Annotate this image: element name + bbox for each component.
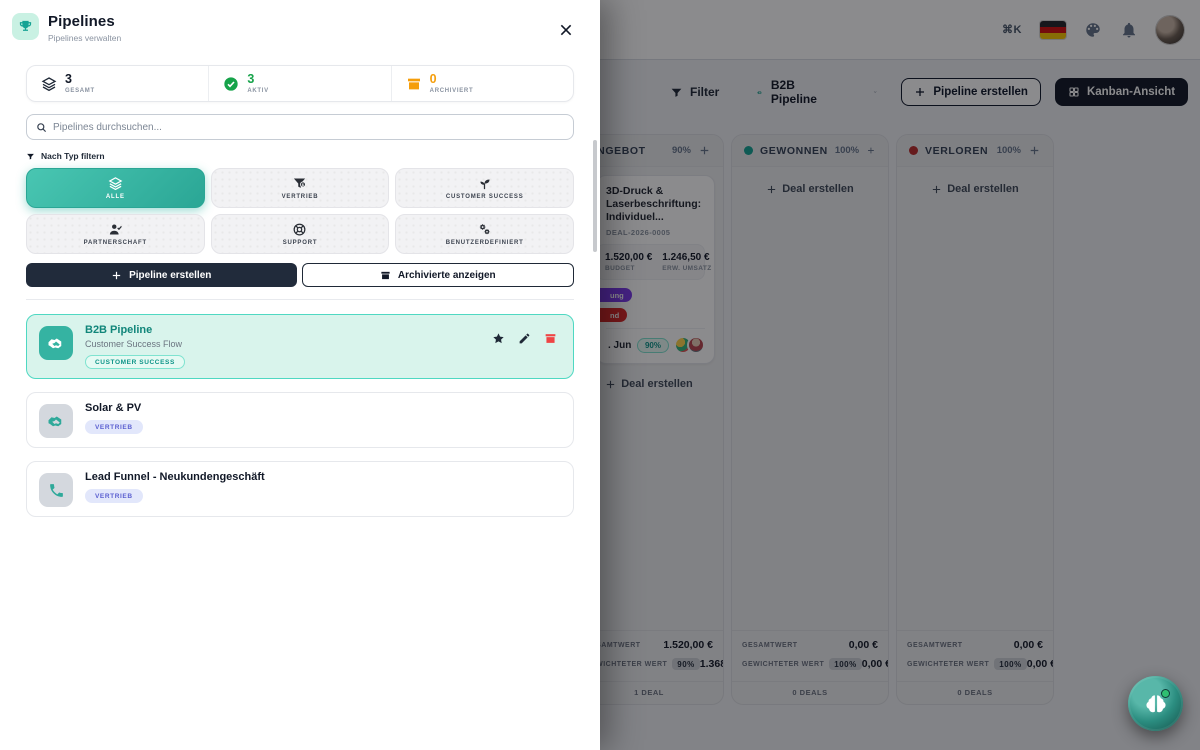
- type-filter-label: CUSTOMER SUCCESS: [446, 194, 524, 200]
- stat-archived-value: 0: [430, 73, 474, 86]
- ai-status-dot: [1161, 689, 1170, 698]
- archive-icon: [380, 270, 391, 281]
- pipeline-name: B2B Pipeline: [85, 324, 185, 336]
- pipeline-item-lead-funnel[interactable]: Lead Funnel - Neukundengeschäft VERTRIEB: [26, 461, 574, 517]
- pipeline-name: Lead Funnel - Neukundengeschäft: [85, 471, 265, 483]
- search-input[interactable]: [53, 122, 564, 133]
- gears-icon: [477, 222, 492, 237]
- funnel-icon: [26, 152, 35, 161]
- pipeline-name: Solar & PV: [85, 402, 143, 414]
- type-filter-label: SUPPORT: [283, 240, 318, 246]
- ai-assistant-button[interactable]: [1128, 676, 1183, 731]
- star-icon[interactable]: [492, 332, 505, 345]
- type-filter-benutzerdefiniert[interactable]: BENUTZERDEFINIERT: [395, 214, 574, 254]
- stat-total: 3 GESAMT: [27, 66, 208, 101]
- pipelines-modal: Pipelines Pipelines verwalten 3 GESAMT 3 A…: [0, 0, 600, 750]
- pipeline-stats: 3 GESAMT 3 AKTIV 0 ARCHIVIERT: [26, 65, 574, 102]
- archive-delete-icon[interactable]: [544, 332, 557, 345]
- type-filter-support[interactable]: SUPPORT: [211, 214, 390, 254]
- archive-icon: [406, 76, 422, 92]
- show-archived-button[interactable]: Archivierte anzeigen: [302, 263, 575, 287]
- stat-total-label: GESAMT: [65, 88, 95, 94]
- layers-icon: [41, 76, 57, 92]
- type-filter-vertrieb[interactable]: $ VERTRIEB: [211, 168, 390, 208]
- pipeline-description: Customer Success Flow: [85, 339, 185, 349]
- handshake-icon: [39, 404, 73, 438]
- type-filter-partnerschaft[interactable]: PARTNERSCHAFT: [26, 214, 205, 254]
- show-archived-label: Archivierte anzeigen: [398, 270, 496, 281]
- type-filter-label: PARTNERSCHAFT: [84, 240, 147, 246]
- lifebuoy-icon: [292, 222, 307, 237]
- stat-total-value: 3: [65, 73, 95, 86]
- handshake-icon: [39, 326, 73, 360]
- seedling-icon: [477, 176, 492, 191]
- pipeline-search[interactable]: [26, 114, 574, 140]
- funnel-dollar-icon: $: [292, 176, 307, 191]
- edit-pencil-icon[interactable]: [518, 332, 531, 345]
- screen: ⌘K Filter B2B Pipeline Pipeline erstelle…: [0, 0, 1200, 750]
- search-icon: [36, 122, 47, 133]
- type-filter-label: ALLE: [106, 194, 125, 200]
- type-filter-grid: ALLE $ VERTRIEB CUSTOMER SUCCESS PARTNER…: [26, 168, 574, 254]
- stat-archived: 0 ARCHIVIERT: [391, 66, 573, 101]
- trophy-icon: [12, 13, 39, 40]
- pipeline-item-b2b[interactable]: B2B Pipeline Customer Success Flow CUSTO…: [26, 314, 574, 379]
- modal-title: Pipelines: [48, 13, 558, 30]
- pipeline-type-badge: VERTRIEB: [85, 489, 143, 503]
- create-pipeline-label: Pipeline erstellen: [129, 270, 211, 281]
- type-filter-label: VERTRIEB: [282, 194, 319, 200]
- filter-by-type: Nach Typ filtern: [26, 151, 574, 161]
- filter-by-type-label: Nach Typ filtern: [41, 151, 105, 161]
- type-filter-alle[interactable]: ALLE: [26, 168, 205, 208]
- pipeline-type-badge: CUSTOMER SUCCESS: [85, 355, 185, 369]
- plus-icon: [111, 270, 122, 281]
- create-pipeline-button[interactable]: Pipeline erstellen: [26, 263, 297, 287]
- modal-scrollbar[interactable]: [593, 140, 597, 252]
- type-filter-customer-success[interactable]: CUSTOMER SUCCESS: [395, 168, 574, 208]
- phone-icon: [39, 473, 73, 507]
- modal-subtitle: Pipelines verwalten: [48, 33, 558, 43]
- pipeline-item-solar-pv[interactable]: Solar & PV VERTRIEB: [26, 392, 574, 448]
- stat-active: 3 AKTIV: [208, 66, 390, 101]
- close-icon[interactable]: [558, 22, 574, 38]
- user-check-icon: [108, 222, 123, 237]
- divider: [26, 299, 574, 300]
- check-circle-icon: [223, 76, 239, 92]
- stat-active-label: AKTIV: [247, 88, 269, 94]
- layers-icon: [108, 176, 123, 191]
- stat-active-value: 3: [247, 73, 269, 86]
- stat-archived-label: ARCHIVIERT: [430, 88, 474, 94]
- type-filter-label: BENUTZERDEFINIERT: [446, 240, 524, 246]
- pipeline-type-badge: VERTRIEB: [85, 420, 143, 434]
